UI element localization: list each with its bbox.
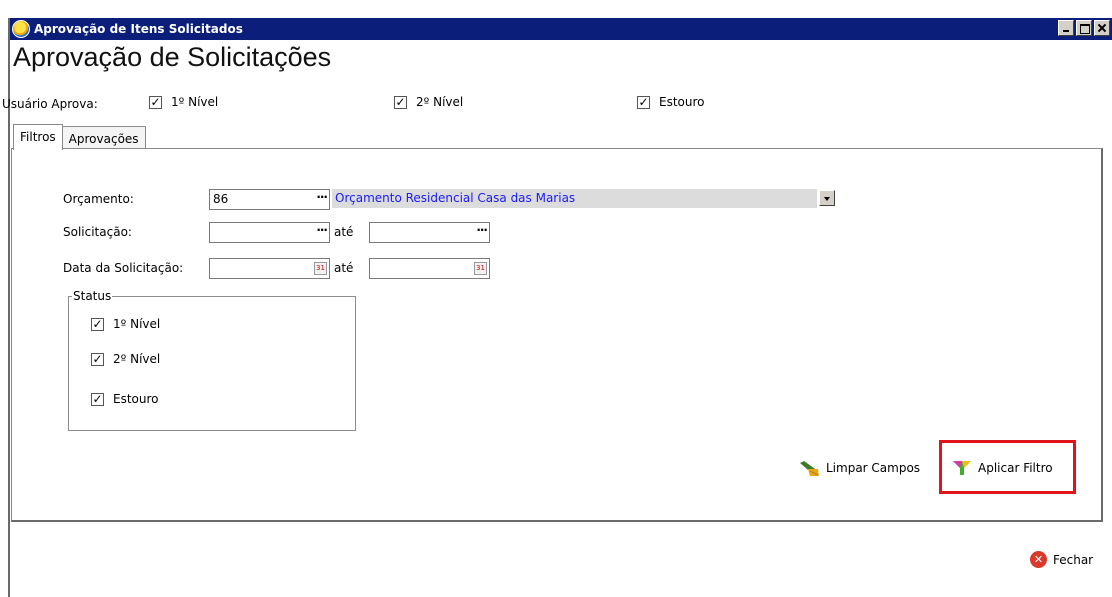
window-title: Aprovação de Itens Solicitados: [34, 22, 243, 36]
tab-aprovacoes[interactable]: Aprovações: [62, 126, 146, 149]
status-check-label: Estouro: [113, 392, 159, 406]
app-icon: [12, 20, 30, 38]
maximize-button[interactable]: [1076, 20, 1092, 36]
checkbox-icon[interactable]: ✓: [91, 317, 104, 331]
ate-label: até: [334, 261, 354, 275]
orcamento-input[interactable]: 86 ···: [209, 189, 330, 210]
approver-check-label: 1º Nível: [171, 95, 219, 109]
limpar-campos-label: Limpar Campos: [826, 461, 921, 475]
status-check-level1[interactable]: ✓ 1º Nível: [91, 317, 160, 331]
orcamento-label: Orçamento:: [63, 192, 134, 206]
approver-label: Usuário Aprova:: [2, 97, 98, 111]
solicitacao-to-lookup-button[interactable]: ···: [476, 223, 488, 237]
close-window-button[interactable]: [1094, 20, 1110, 36]
minimize-button[interactable]: [1058, 20, 1074, 36]
limpar-campos-button[interactable]: Limpar Campos: [798, 459, 920, 477]
approver-check-level1[interactable]: ✓ 1º Nível: [149, 95, 218, 109]
checkbox-icon[interactable]: ✓: [637, 95, 650, 109]
tab-strip: Filtros Aprovações: [13, 124, 146, 150]
status-group: Status ✓ 1º Nível ✓ 2º Nível ✓ Estouro: [68, 289, 356, 431]
title-bar[interactable]: Aprovação de Itens Solicitados: [10, 18, 1112, 40]
status-check-label: 1º Nível: [113, 317, 161, 331]
solicitacao-to-input[interactable]: ···: [369, 222, 490, 243]
status-check-label: 2º Nível: [113, 352, 161, 366]
checkbox-icon[interactable]: ✓: [91, 392, 104, 406]
fechar-button[interactable]: ✕ Fechar: [1030, 551, 1093, 568]
filters-panel: Orçamento: 86 ··· Orçamento Residencial …: [11, 148, 1103, 522]
solicitacao-from-lookup-button[interactable]: ···: [316, 223, 328, 237]
ate-label: até: [334, 225, 354, 239]
orcamento-dropdown-button[interactable]: [819, 190, 835, 206]
close-icon: ✕: [1030, 551, 1047, 568]
checkbox-icon[interactable]: ✓: [149, 95, 162, 109]
highlight-box: [939, 440, 1076, 494]
data-to-input[interactable]: 31: [369, 258, 490, 279]
broom-icon: [800, 461, 819, 476]
window-controls: [1058, 20, 1110, 36]
orcamento-description: Orçamento Residencial Casa das Marias: [332, 189, 817, 208]
status-check-estouro[interactable]: ✓ Estouro: [91, 392, 159, 406]
approver-check-level2[interactable]: ✓ 2º Nível: [394, 95, 463, 109]
approver-row: Usuário Aprova: ✓ 1º Nível ✓ 2º Nível ✓ …: [0, 95, 1104, 113]
page-title: Aprovação de Solicitações: [13, 42, 332, 72]
orcamento-lookup-button[interactable]: ···: [316, 190, 328, 204]
solicitacao-from-input[interactable]: ···: [209, 222, 330, 243]
tab-filtros[interactable]: Filtros: [13, 124, 63, 150]
status-check-level2[interactable]: ✓ 2º Nível: [91, 352, 160, 366]
data-from-input[interactable]: 31: [209, 258, 330, 279]
orcamento-value: 86: [213, 192, 229, 206]
approver-check-label: Estouro: [659, 95, 705, 109]
approver-check-estouro[interactable]: ✓ Estouro: [637, 95, 705, 109]
solicitacao-label: Solicitação:: [63, 225, 132, 239]
calendar-icon[interactable]: 31: [314, 262, 327, 275]
fechar-label: Fechar: [1053, 552, 1094, 567]
checkbox-icon[interactable]: ✓: [394, 95, 407, 109]
checkbox-icon[interactable]: ✓: [91, 352, 104, 366]
data-label: Data da Solicitação:: [63, 261, 184, 275]
status-group-title: Status: [72, 289, 113, 303]
approver-check-label: 2º Nível: [416, 95, 464, 109]
calendar-icon[interactable]: 31: [474, 262, 487, 275]
